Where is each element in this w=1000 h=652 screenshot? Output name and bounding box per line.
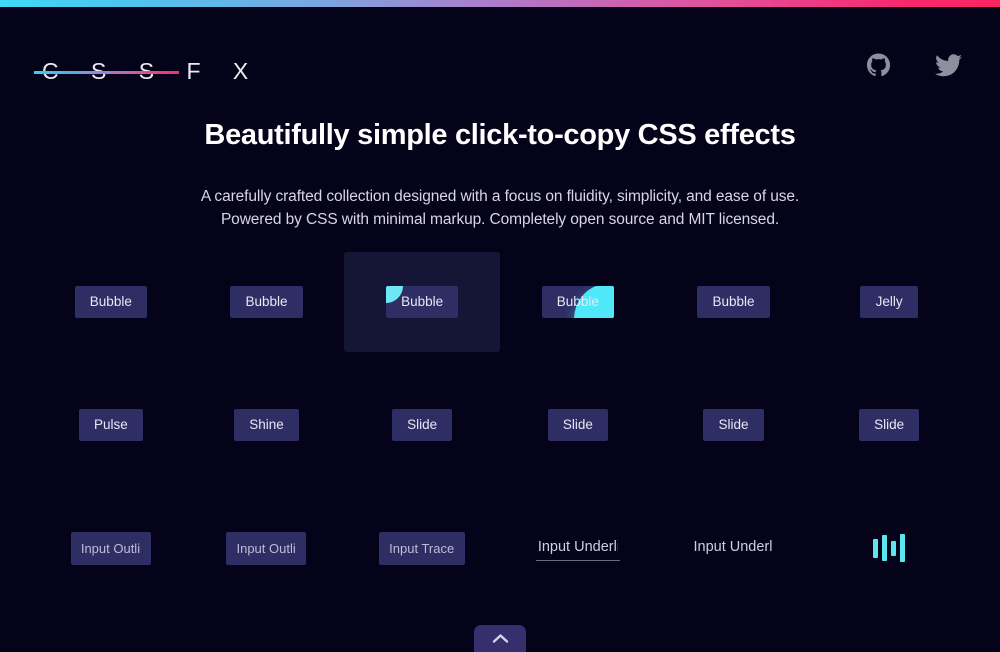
loader-bar: [882, 535, 888, 561]
input-underline-field-2[interactable]: [691, 535, 776, 561]
effect-cell-slide-1[interactable]: Slide: [344, 375, 500, 475]
button-label: Slide: [562, 416, 593, 432]
hero-subtitle-line-2: Powered by CSS with minimal markup. Comp…: [220, 211, 780, 229]
slide-button-3[interactable]: Slide: [703, 408, 764, 442]
effect-cell-slide-3[interactable]: Slide: [656, 375, 812, 475]
loader-bar: [873, 538, 879, 558]
effect-cell-input-trace[interactable]: [344, 498, 500, 598]
button-label: Slide: [874, 416, 905, 432]
slide-button-2[interactable]: Slide: [547, 408, 608, 442]
effect-cell-bubble-3-hovered[interactable]: Bubble: [344, 252, 500, 352]
effect-cell-loader[interactable]: [811, 498, 967, 598]
button-label: Bubble: [712, 293, 755, 309]
effect-cell-pulse[interactable]: Pulse: [33, 375, 189, 475]
button-label: Bubble: [401, 293, 444, 309]
top-gradient-bar: [0, 0, 1000, 7]
loader-bars-icon: [873, 533, 906, 563]
effect-cell-bubble-4-active[interactable]: Bubble: [500, 252, 656, 352]
effects-grid: Bubble Bubble Bubble Bubble Bubble Jelly…: [33, 252, 967, 621]
scroll-to-top-button[interactable]: [474, 625, 526, 652]
loader-bar: [891, 540, 897, 556]
effect-cell-shine[interactable]: Shine: [189, 375, 345, 475]
logo[interactable]: C S S F X: [34, 52, 261, 90]
effect-cell-input-underline-1[interactable]: [500, 498, 656, 598]
chevron-up-icon: [492, 634, 508, 643]
effect-cell-input-outline-2[interactable]: [189, 498, 345, 598]
input-outline-field-2[interactable]: [226, 531, 307, 565]
effect-cell-input-outline-1[interactable]: [33, 498, 189, 598]
jelly-button[interactable]: Jelly: [860, 285, 919, 319]
effect-cell-jelly[interactable]: Jelly: [811, 252, 967, 352]
effect-cell-slide-4[interactable]: Slide: [811, 375, 967, 475]
input-trace-field[interactable]: [379, 531, 466, 565]
hero-subtitle-line-1: A carefully crafted collection designed …: [200, 187, 800, 205]
pulse-button[interactable]: Pulse: [78, 408, 143, 442]
bubble-button-4[interactable]: Bubble: [541, 285, 614, 319]
social-links: [866, 53, 962, 78]
bubble-button-2[interactable]: Bubble: [230, 285, 303, 319]
bubble-button-5[interactable]: Bubble: [697, 285, 770, 319]
effect-cell-bubble-2[interactable]: Bubble: [189, 252, 345, 352]
github-icon[interactable]: [866, 53, 891, 78]
logo-gradient-line: [34, 71, 179, 74]
button-label: Bubble: [89, 293, 132, 309]
hero-subtitle: A carefully crafted collection designed …: [0, 185, 1000, 232]
site-header: C S S F X: [0, 7, 1000, 107]
effect-cell-bubble-1[interactable]: Bubble: [33, 252, 189, 352]
button-label: Bubble: [245, 293, 288, 309]
slide-button-1[interactable]: Slide: [392, 408, 453, 442]
effect-cell-input-underline-2[interactable]: [656, 498, 812, 598]
input-underline-field-1[interactable]: [535, 535, 620, 561]
button-label: Slide: [407, 416, 438, 432]
loader-bar: [900, 534, 906, 562]
slide-button-4[interactable]: Slide: [859, 408, 920, 442]
button-label: Shine: [249, 416, 284, 432]
bubble-button-3[interactable]: Bubble: [386, 285, 459, 319]
effect-cell-slide-2[interactable]: Slide: [500, 375, 656, 475]
effect-cell-bubble-5[interactable]: Bubble: [656, 252, 812, 352]
twitter-icon[interactable]: [935, 53, 962, 78]
button-label: Bubble: [556, 293, 599, 309]
button-label: Jelly: [875, 293, 903, 309]
page-title: Beautifully simple click-to-copy CSS eff…: [204, 119, 796, 151]
shine-button[interactable]: Shine: [234, 408, 299, 442]
input-outline-field-1[interactable]: [70, 531, 151, 565]
hero-section: Beautifully simple click-to-copy CSS eff…: [0, 118, 1000, 232]
bubble-button-1[interactable]: Bubble: [74, 285, 147, 319]
button-label: Pulse: [93, 416, 128, 432]
button-label: Slide: [718, 416, 749, 432]
